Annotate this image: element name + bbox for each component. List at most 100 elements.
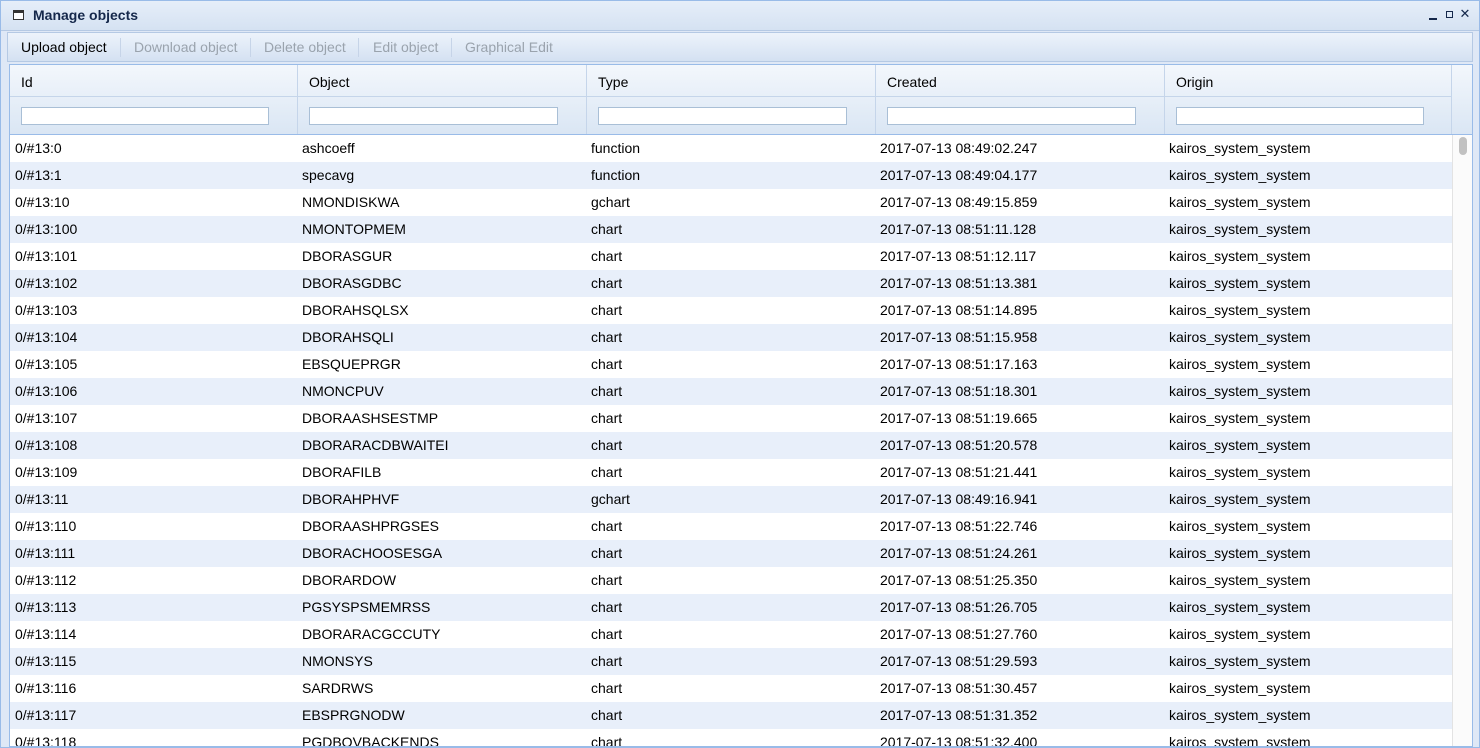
cell-type: chart xyxy=(591,383,623,399)
filter-id-input[interactable] xyxy=(21,107,269,125)
cell-type: chart xyxy=(591,599,623,615)
column-label: Type xyxy=(598,74,629,90)
download-object-button[interactable]: Download object xyxy=(134,39,238,55)
toolbar-separator xyxy=(250,38,251,57)
table-row[interactable]: 0/#13:114 DBORARACGCCUTY chart 2017-07-13 0… xyxy=(10,621,1452,648)
column-label: Object xyxy=(309,74,350,90)
cell-object: ashcoeff xyxy=(302,140,355,156)
table-row[interactable]: 0/#13:0 ashcoeff function 2017-07-13 08:49:… xyxy=(10,135,1452,162)
cell-id: 0/#13:109 xyxy=(15,464,78,480)
cell-created: 2017-07-13 08:49:15.859 xyxy=(880,194,1038,210)
cell-type: chart xyxy=(591,437,623,453)
cell-created: 2017-07-13 08:51:12.117 xyxy=(880,248,1037,264)
table-row[interactable]: 0/#13:108 DBORARACDBWAITEI chart 2017-07-13… xyxy=(10,432,1452,459)
column-header-id[interactable]: Id xyxy=(10,65,298,134)
cell-origin: kairos_system_system xyxy=(1169,221,1311,237)
cell-created: 2017-07-13 08:51:19.665 xyxy=(880,410,1038,426)
table-row[interactable]: 0/#13:10 NMONDISKWA gchart 2017-07-13 08:49… xyxy=(10,189,1452,216)
filter-type-input[interactable] xyxy=(598,107,847,125)
graphical-edit-button[interactable]: Graphical Edit xyxy=(465,39,553,55)
column-header-created[interactable]: Created xyxy=(876,65,1165,134)
cell-created: 2017-07-13 08:51:25.350 xyxy=(880,572,1038,588)
filter-origin-input[interactable] xyxy=(1176,107,1424,125)
table-row[interactable]: 0/#13:117 EBSPRGNODW chart 2017-07-13 08:51… xyxy=(10,702,1452,729)
cell-type: chart xyxy=(591,302,623,318)
table-row[interactable]: 0/#13:11 DBORAHPHVF gchart 2017-07-13 08:49… xyxy=(10,486,1452,513)
cell-id: 0/#13:118 xyxy=(15,734,77,746)
cell-created: 2017-07-13 08:51:14.895 xyxy=(880,302,1038,318)
vertical-scrollbar[interactable] xyxy=(1452,135,1472,746)
table-row[interactable]: 0/#13:109 DBORAFILB chart 2017-07-13 08:51:… xyxy=(10,459,1452,486)
cell-created: 2017-07-13 08:51:20.578 xyxy=(880,437,1038,453)
table-row[interactable]: 0/#13:115 NMONSYS chart 2017-07-13 08:51:29… xyxy=(10,648,1452,675)
cell-type: chart xyxy=(591,572,623,588)
column-label: Created xyxy=(887,74,937,90)
filter-object-input[interactable] xyxy=(309,107,558,125)
cell-id: 0/#13:100 xyxy=(15,221,78,237)
window-titlebar[interactable]: Manage objects ✕ xyxy=(1,1,1479,31)
table-row[interactable]: 0/#13:111 DBORACHOOSESGA chart 2017-07-13 0… xyxy=(10,540,1452,567)
cell-type: chart xyxy=(591,248,623,264)
delete-object-button[interactable]: Delete object xyxy=(264,39,346,55)
maximize-icon[interactable] xyxy=(1443,7,1455,21)
table-row[interactable]: 0/#13:103 DBORAHSQLSX chart 2017-07-13 08:5… xyxy=(10,297,1452,324)
filter-created-input[interactable] xyxy=(887,107,1136,125)
cell-id: 0/#13:102 xyxy=(15,275,78,291)
table-row[interactable]: 0/#13:112 DBORARDOW chart 2017-07-13 08:51:… xyxy=(10,567,1452,594)
cell-origin: kairos_system_system xyxy=(1169,140,1311,156)
grid-header: Id Object Type Created Origin xyxy=(10,65,1452,135)
cell-object: DBORASGUR xyxy=(302,248,393,264)
cell-object: DBORAFILB xyxy=(302,464,382,480)
cell-created: 2017-07-13 08:49:16.941 xyxy=(880,491,1038,507)
table-row[interactable]: 0/#13:102 DBORASGDBC chart 2017-07-13 08:51… xyxy=(10,270,1452,297)
cell-object: DBORARACDBWAITEI xyxy=(302,437,449,453)
table-row[interactable]: 0/#13:1 specavg function 2017-07-13 08:49:0… xyxy=(10,162,1452,189)
cell-object: NMONCPUV xyxy=(302,383,384,399)
cell-created: 2017-07-13 08:51:15.958 xyxy=(880,329,1038,345)
cell-type: chart xyxy=(591,626,623,642)
cell-object: DBORARACGCCUTY xyxy=(302,626,441,642)
table-row[interactable]: 0/#13:105 EBSQUEPRGR chart 2017-07-13 08:51… xyxy=(10,351,1452,378)
cell-created: 2017-07-13 08:51:22.746 xyxy=(880,518,1038,534)
table-row[interactable]: 0/#13:116 SARDRWS chart 2017-07-13 08:51:30… xyxy=(10,675,1452,702)
table-row[interactable]: 0/#13:106 NMONCPUV chart 2017-07-13 08:51:1… xyxy=(10,378,1452,405)
cell-origin: kairos_system_system xyxy=(1169,518,1311,534)
column-header-type[interactable]: Type xyxy=(587,65,876,134)
table-row[interactable]: 0/#13:118 PGDBOVBACKENDS chart 2017-07-13 0… xyxy=(10,729,1452,746)
table-row[interactable]: 0/#13:107 DBORAASHSESTMP chart 2017-07-13 0… xyxy=(10,405,1452,432)
cell-origin: kairos_system_system xyxy=(1169,410,1311,426)
cell-created: 2017-07-13 08:51:29.593 xyxy=(880,653,1038,669)
toolbar: Upload object Download object Delete obj… xyxy=(7,32,1473,62)
scrollbar-thumb[interactable] xyxy=(1459,137,1467,155)
cell-id: 0/#13:113 xyxy=(15,599,77,615)
cell-origin: kairos_system_system xyxy=(1169,194,1311,210)
cell-object: DBORAHSQLSX xyxy=(302,302,409,318)
table-row[interactable]: 0/#13:104 DBORAHSQLI chart 2017-07-13 08:51… xyxy=(10,324,1452,351)
cell-created: 2017-07-13 08:51:18.301 xyxy=(880,383,1038,399)
cell-origin: kairos_system_system xyxy=(1169,572,1311,588)
column-label: Origin xyxy=(1176,74,1214,90)
cell-type: function xyxy=(591,140,641,156)
column-header-object[interactable]: Object xyxy=(298,65,587,134)
cell-object: specavg xyxy=(302,167,355,183)
table-row[interactable]: 0/#13:100 NMONTOPMEM chart 2017-07-13 08:51… xyxy=(10,216,1452,243)
column-header-origin[interactable]: Origin xyxy=(1165,65,1452,134)
cell-created: 2017-07-13 08:51:24.261 xyxy=(880,545,1038,561)
cell-id: 0/#13:0 xyxy=(15,140,62,156)
cell-created: 2017-07-13 08:51:11.128 xyxy=(880,221,1037,237)
cell-created: 2017-07-13 08:51:21.441 xyxy=(880,464,1038,480)
table-row[interactable]: 0/#13:110 DBORAASHPRGSES chart 2017-07-13 0… xyxy=(10,513,1452,540)
minimize-icon[interactable] xyxy=(1427,7,1439,21)
cell-object: PGSYSPSMEMRSS xyxy=(302,599,431,615)
table-row[interactable]: 0/#13:113 PGSYSPSMEMRSS chart 2017-07-13 08… xyxy=(10,594,1452,621)
cell-type: chart xyxy=(591,410,623,426)
cell-type: chart xyxy=(591,221,623,237)
close-icon[interactable]: ✕ xyxy=(1459,7,1471,21)
upload-object-button[interactable]: Upload object xyxy=(21,39,107,55)
column-label: Id xyxy=(21,74,33,90)
cell-created: 2017-07-13 08:51:17.163 xyxy=(880,356,1038,372)
cell-type: chart xyxy=(591,275,623,291)
cell-id: 0/#13:104 xyxy=(15,329,78,345)
edit-object-button[interactable]: Edit object xyxy=(373,39,438,55)
table-row[interactable]: 0/#13:101 DBORASGUR chart 2017-07-13 08:51:… xyxy=(10,243,1452,270)
